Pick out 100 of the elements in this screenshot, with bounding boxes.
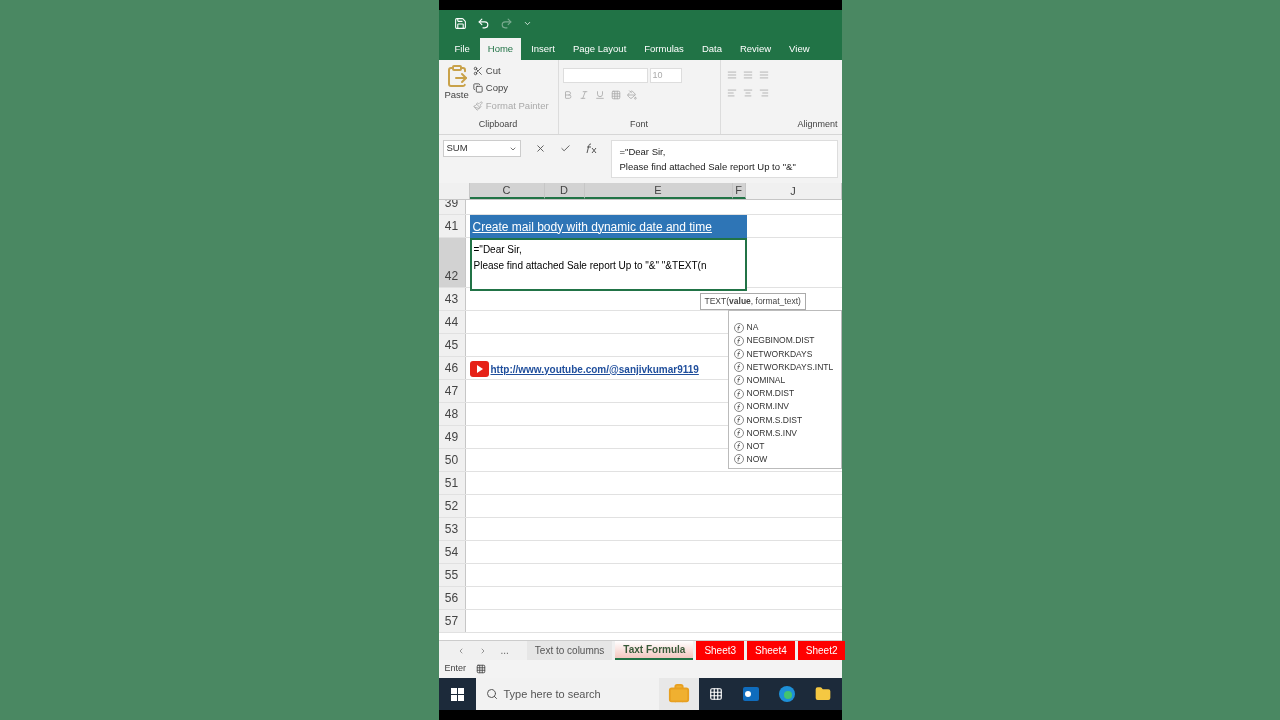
sheet-tab[interactable]: Sheet2 (797, 641, 846, 660)
sheet-tab[interactable]: Taxt Formula (615, 641, 694, 660)
ribbon-tab[interactable]: File (446, 38, 478, 60)
row-header: 44 (438, 311, 466, 333)
macro-icon[interactable] (476, 664, 486, 674)
save-icon[interactable] (453, 17, 467, 30)
font-name-field[interactable] (562, 68, 648, 83)
function-icon (733, 335, 744, 346)
row-header: 57 (438, 610, 466, 632)
task-view-icon[interactable] (708, 687, 723, 701)
top-align-icon[interactable] (726, 70, 737, 80)
autocomplete-item[interactable]: NA (733, 321, 841, 335)
autocomplete-item[interactable]: NOW (733, 452, 841, 467)
align-right-icon[interactable] (758, 88, 769, 98)
paste-button[interactable]: Paste (444, 64, 469, 118)
function-icon (733, 454, 744, 465)
underline-icon[interactable] (594, 90, 605, 100)
status-text: Enter (444, 662, 466, 676)
row-header: 55 (438, 564, 466, 586)
sheet-tab[interactable]: Text to columns (526, 641, 613, 660)
row-header: 45 (438, 334, 466, 356)
scissors-icon (472, 66, 483, 77)
function-icon (733, 401, 744, 412)
taskbar-search[interactable]: Type here to search (475, 678, 659, 710)
middle-align-icon[interactable] (742, 70, 753, 80)
align-left-icon[interactable] (726, 88, 737, 98)
row-header: 43 (438, 288, 466, 310)
autocomplete-item[interactable]: NETWORKDAYS (733, 347, 841, 361)
undo-icon[interactable] (476, 17, 490, 30)
row-header: 53 (438, 518, 466, 540)
start-icon (450, 687, 464, 701)
row-header: 52 (438, 495, 466, 517)
row-header: 41 (438, 215, 466, 237)
group-label: Alignment (796, 117, 839, 131)
borders-icon[interactable] (610, 90, 621, 100)
ribbon-tab[interactable]: Home (479, 38, 522, 60)
function-icon[interactable] (584, 143, 597, 154)
autocomplete-item[interactable]: NOMINAL (733, 373, 841, 387)
sheet-tab[interactable]: Sheet3 (696, 641, 745, 660)
function-icon (733, 388, 744, 399)
autocomplete-item[interactable]: NORM.S.DIST (733, 413, 841, 427)
function-icon (733, 414, 744, 425)
sheet-tab[interactable]: Sheet4 (747, 641, 795, 660)
link[interactable]: http://www.youtube.com/@sanjivkumar9119 (490, 361, 699, 377)
title-cell: Create mail body with dynamic date and time (469, 215, 747, 238)
copy-icon (472, 83, 483, 94)
search-icon (485, 688, 498, 700)
briefcase-icon[interactable] (667, 683, 690, 705)
row-header: 42 (438, 238, 466, 287)
group-label: Clipboard (477, 117, 519, 131)
mail-app-icon[interactable] (742, 687, 759, 701)
function-icon (733, 348, 744, 359)
row-header: 54 (438, 541, 466, 563)
fill-icon[interactable] (626, 90, 637, 100)
row-header: 50 (438, 449, 466, 471)
autocomplete-item[interactable]: NETWORKDAYS.INTL (733, 360, 841, 374)
function-icon (733, 322, 744, 333)
autocomplete-item[interactable]: NORM.S.INV (733, 426, 841, 440)
align-center-icon[interactable] (742, 88, 753, 98)
tooltip: TEXT(value, format_text) (699, 293, 806, 310)
browser-icon[interactable] (779, 686, 796, 702)
formula-field[interactable]: ="Dear Sir, Please find attached Sale report Up to "&" (610, 140, 838, 178)
autocomplete-item[interactable]: NOT (733, 439, 841, 453)
autocomplete-item[interactable]: NORM.INV (733, 400, 841, 414)
cut-button[interactable]: Cut (472, 64, 549, 79)
column-header[interactable]: D (544, 183, 585, 199)
row-header: 56 (438, 587, 466, 609)
more-sheets-button[interactable]: ... (500, 643, 509, 658)
bottom-align-icon[interactable] (758, 70, 769, 80)
name-box[interactable]: SUM (442, 140, 521, 157)
autocomplete-item[interactable]: NORM.DIST (733, 386, 841, 401)
customize-icon[interactable] (522, 19, 532, 28)
row-header: 47 (438, 380, 466, 402)
row-header: 48 (438, 403, 466, 425)
enter-icon[interactable] (559, 143, 571, 154)
row-header: 46 (438, 357, 466, 379)
function-icon (733, 428, 744, 439)
play-icon (469, 361, 489, 377)
ribbon-tab[interactable]: Insert (523, 38, 563, 60)
copy-button[interactable]: Copy (472, 81, 549, 96)
ribbon-tab[interactable]: Formulas (636, 38, 692, 60)
function-icon (733, 362, 744, 373)
ribbon-tab[interactable]: Review (731, 38, 780, 60)
autocomplete-item[interactable]: NEGBINOM.DIST (733, 334, 841, 348)
ribbon-tab[interactable]: Page Layout (564, 38, 635, 60)
group-label: Font (629, 117, 649, 131)
italic-icon[interactable] (578, 90, 589, 100)
ribbon-tab[interactable]: View (781, 38, 818, 60)
cell-editor[interactable]: ="Dear Sir, Please find attached Sale report Up to "&" "&TEXT(n (469, 238, 747, 291)
ribbon-tab[interactable]: Data (693, 38, 730, 60)
column-header[interactable]: E (584, 183, 733, 199)
column-header[interactable]: C (469, 183, 545, 199)
row-header: 49 (438, 426, 466, 448)
folder-icon[interactable] (815, 686, 832, 702)
bold-icon[interactable] (562, 90, 573, 100)
function-icon (733, 441, 744, 452)
row-header: 51 (438, 472, 466, 494)
cancel-icon[interactable] (534, 143, 546, 154)
column-header[interactable]: J (745, 183, 842, 199)
function-icon (733, 375, 744, 386)
